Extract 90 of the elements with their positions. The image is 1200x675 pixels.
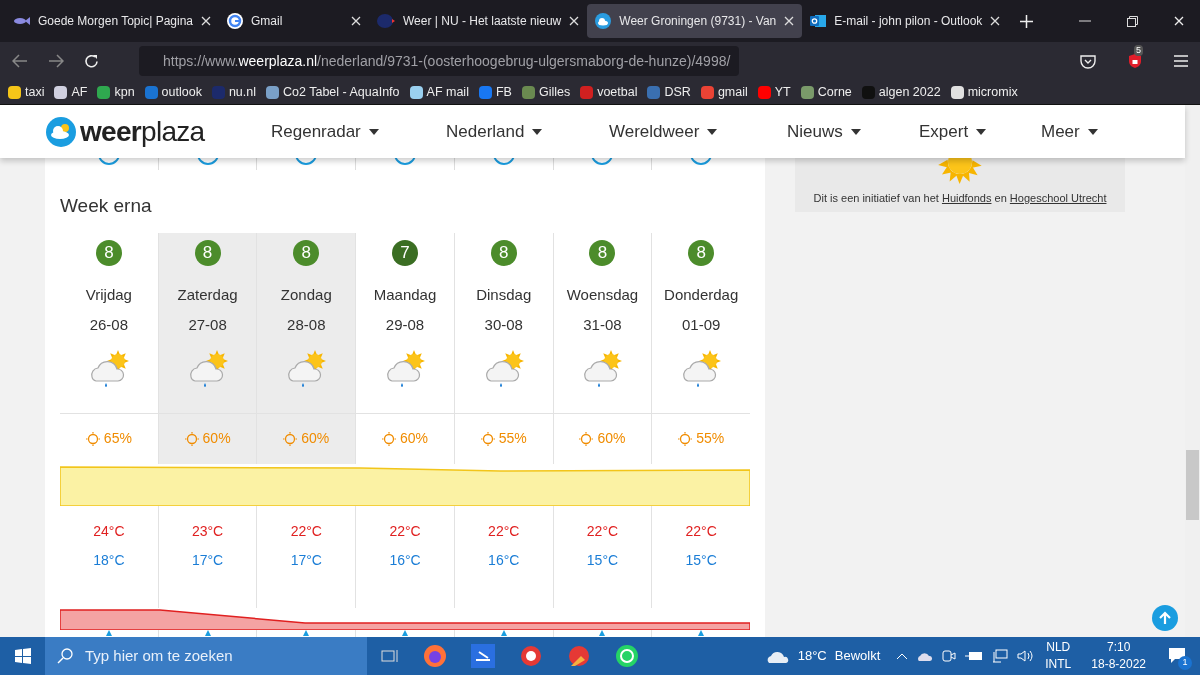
bookmark-item[interactable]: Co2 Tabel - AquaInfo [266,82,400,102]
min-temperature: 18°C [93,550,125,570]
min-temperature: 15°C [685,550,717,570]
keyboard-language[interactable]: NLD [1046,639,1071,656]
day-name: Zondag [280,284,332,305]
day-name: Dinsdag [476,284,532,305]
score-badge: 8 [490,239,517,266]
tab-title: Goede Morgen Topic| Pagina [38,13,193,30]
bookmark-item[interactable]: voetbal [580,82,638,102]
tab-title: E-mail - john pilon - Outlook [834,13,983,30]
browser-tab[interactable]: Gmail [219,4,369,38]
nav-menu-item[interactable]: Regenradar [271,118,446,145]
bookmark-item[interactable]: taxi [8,82,45,102]
bookmark-item[interactable]: gmail [700,82,748,102]
score-badge: 8 [688,239,715,266]
bookmark-item[interactable]: outlook [144,82,202,102]
weather-temperature[interactable]: 18°C [797,646,827,666]
min-temperature: 17°C [290,550,322,570]
bookmark-item[interactable]: DSR [647,82,691,102]
max-temperature: 22°C [290,521,322,541]
bookmark-item[interactable]: YT [757,82,791,102]
max-temperature: 22°C [488,521,520,541]
max-temperature: 23°C [191,521,224,541]
nav-menu-item[interactable]: Nieuws [787,118,919,145]
nav-menu-item[interactable]: Wereldweer [609,118,787,145]
day-date: 28-08 [287,315,326,335]
sunshine-percent: 65% [103,429,132,448]
day-name: Zaterdag [177,284,238,305]
nav-menu-item[interactable]: Nederland [446,118,609,145]
day-date: 26-08 [89,315,129,335]
info-text: Dit is een initiatief van het Huidfonds en Hogeschool Utrecht [813,191,1107,206]
score-badge: 8 [95,239,122,266]
tab-title: Weer Groningen (9731) - Van [619,13,777,30]
browser-tab[interactable]: Goede Morgen Topic| Pagina [4,4,219,38]
day-name: Woensdag [566,284,639,305]
browser-tab[interactable]: Weer Groningen (9731) - Van [587,4,803,38]
bookmark-item[interactable]: Corne [800,82,852,102]
max-temperature: 24°C [93,521,125,541]
max-temperature: 22°C [389,521,421,541]
day-date: 31-08 [583,315,622,335]
extension-badge: 5 [1134,45,1143,56]
weather-condition[interactable]: Bewolkt [834,646,881,666]
day-name: Maandag [373,284,437,305]
address-bar[interactable]: https://www.weerplaza.nl/nederland/9731-(oosterhoogebrug-ulgersmaborg-de-hunze)/4998/ [139,46,739,76]
min-temperature: 17°C [191,550,224,570]
day-date: 01-09 [682,315,721,335]
nav-menu-item[interactable]: Meer [1041,118,1163,145]
min-temperature: 15°C [586,550,619,570]
bookmark-item[interactable]: Gilles [521,82,571,102]
max-temperature: 22°C [685,521,717,541]
sunshine-percent: 60% [400,429,429,448]
score-badge: 7 [392,239,418,266]
sunshine-percent: 55% [696,429,725,448]
notification-badge: 1 [1178,656,1192,670]
day-date: 27-08 [188,315,227,335]
tab-title: Gmail [251,13,284,30]
taskbar-search-field[interactable]: Typ hier om te zoeken [45,637,367,675]
clock-time[interactable]: 7:10 [1106,639,1131,656]
keyboard-layout[interactable]: INTL [1045,656,1072,673]
score-badge: 8 [194,239,221,266]
score-badge: 8 [293,239,320,266]
info-link[interactable]: Hogeschool Utrecht [1009,192,1107,204]
bookmark-item[interactable]: nu.nl [211,82,256,102]
sunshine-percent: 60% [597,429,626,448]
browser-tab[interactable]: Weer | NU - Het laatste nieuw [369,4,588,38]
bookmark-item[interactable]: AF [54,82,88,102]
sunshine-percent: 60% [202,429,231,448]
bookmark-item[interactable]: AF mail [409,82,469,102]
sunshine-percent: 55% [498,429,527,448]
site-logo[interactable]: weerplaza [80,110,205,153]
section-title: Week erna [60,194,153,218]
url-text: https://www.weerplaza.nl/nederland/9731-(oosterhoogebrug-ulgersmaborg-de-hunze)/4998/ [163,51,731,71]
info-link[interactable]: Huidfonds [941,192,992,204]
min-temperature: 16°C [389,550,421,570]
day-date: 29-08 [385,315,425,335]
clock-date[interactable]: 18-8-2022 [1091,656,1146,673]
nav-menu-item[interactable]: Expert [919,118,1041,145]
bookmark-item[interactable]: kpn [97,82,135,102]
sunshine-percent: 60% [301,429,330,448]
browser-tab[interactable]: E-mail - john pilon - Outlook [802,4,1009,38]
day-date: 30-08 [484,315,523,335]
score-badge: 8 [589,239,616,266]
bookmark-item[interactable]: FB [478,82,512,102]
bookmark-item[interactable]: micromix [950,82,1018,102]
tab-title: Weer | NU - Het laatste nieuw [403,13,562,30]
bookmark-item[interactable]: algen 2022 [861,82,941,102]
day-name: Donderdag [664,284,739,305]
day-name: Vrijdag [85,284,132,305]
min-temperature: 16°C [488,550,520,570]
max-temperature: 22°C [586,521,619,541]
